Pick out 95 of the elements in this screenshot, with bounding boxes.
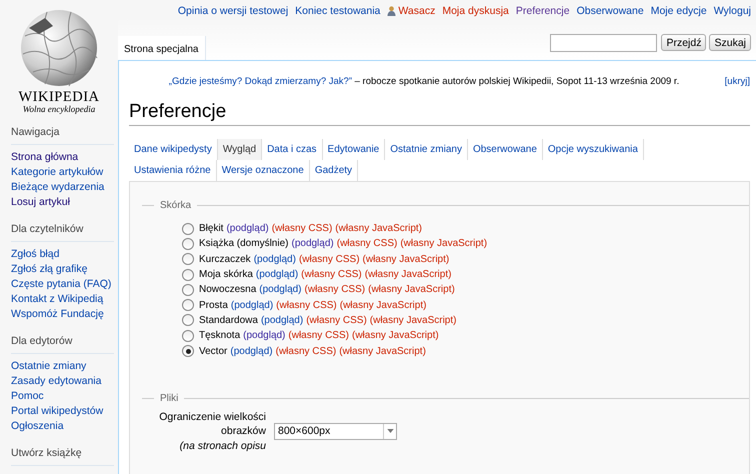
skin-name: Prosta — [199, 300, 228, 311]
radio-button[interactable] — [182, 238, 194, 250]
preview-link[interactable]: (podgląd) — [230, 346, 273, 357]
sidebar-link[interactable]: Portal wikipedystów — [11, 405, 104, 418]
skin-name: Kurczaczek — [199, 254, 251, 265]
sidebar-link[interactable]: Losuj artykuł — [11, 196, 70, 209]
javascript-link[interactable]: (własny JavaScript) — [339, 346, 426, 357]
sidebar-link[interactable]: Strona główna — [11, 151, 78, 164]
personal-link[interactable]: Wyloguj — [714, 5, 751, 17]
sidebar-heading: Dla czytelników — [11, 223, 114, 242]
sidebar-link[interactable]: Zgłoś złą grafikę — [11, 263, 88, 276]
wordmark: WIKIPEDIA — [18, 90, 100, 104]
globe-icon — [19, 8, 99, 88]
section-legend: Skórka — [160, 200, 192, 211]
preview-link[interactable]: (podgląd) — [256, 269, 298, 280]
sidebar-link[interactable]: Kategorie artykułów — [11, 166, 104, 179]
radio-button[interactable] — [182, 268, 194, 281]
sidebar-link[interactable]: Zgłoś błąd — [11, 248, 60, 261]
preferences-tab[interactable]: Data i czas — [262, 139, 323, 160]
css-link[interactable]: (własny CSS) — [276, 300, 337, 311]
javascript-link[interactable]: (własny JavaScript) — [340, 300, 426, 311]
page-title: Preferencje — [129, 101, 750, 126]
preview-link[interactable]: (podgląd) — [243, 330, 286, 342]
css-link[interactable]: (własny CSS) — [272, 223, 332, 234]
javascript-link[interactable]: (własny JavaScript) — [368, 284, 455, 296]
css-link[interactable]: (własny CSS) — [306, 314, 367, 326]
sidebar-link[interactable]: Częste pytania (FAQ) — [11, 278, 112, 291]
preview-link[interactable]: (podgląd) — [254, 254, 296, 265]
sidebar-heading: Utwórz książkę — [11, 447, 114, 466]
radio-button[interactable] — [182, 299, 194, 312]
personal-link[interactable]: Preferencje — [516, 5, 570, 17]
user-icon — [387, 6, 396, 16]
preferences-tab[interactable]: Obserwowane — [468, 139, 543, 160]
preferences-tab[interactable]: Edytowanie — [322, 139, 386, 160]
section-legend: Pliki — [160, 392, 178, 404]
sidebar-link[interactable]: Ogłoszenia — [11, 420, 64, 433]
field-note: (na stronach opisu — [180, 438, 266, 454]
tagline: Wolna encyklopedia — [22, 104, 96, 114]
field-label: Ograniczenie wielkości obrazków — [158, 410, 266, 439]
dropdown-arrow-icon — [386, 429, 394, 434]
sitenotice-link[interactable]: „Gdzie jesteśmy? Dokąd zmierzamy? Jak?” — [168, 76, 352, 87]
sidebar-link[interactable]: Zasady edytowania — [11, 375, 102, 388]
css-link[interactable]: (własny CSS) — [304, 284, 366, 296]
sidebar-link[interactable]: Pomoc — [11, 390, 44, 403]
radio-button[interactable] — [182, 345, 194, 358]
radio-button[interactable] — [182, 284, 194, 296]
javascript-link[interactable]: (własny JavaScript) — [362, 254, 450, 265]
css-link[interactable]: (własny CSS) — [298, 254, 360, 265]
javascript-link[interactable]: (własny JavaScript) — [400, 238, 488, 250]
preview-link[interactable]: (podgląd) — [230, 300, 274, 311]
javascript-link[interactable]: (własny JavaScript) — [352, 330, 439, 342]
preview-link[interactable]: (podgląd) — [226, 223, 269, 234]
hide-link[interactable]: [ukryj] — [724, 75, 750, 88]
radio-button[interactable] — [182, 314, 194, 326]
javascript-link[interactable]: (własny JavaScript) — [335, 223, 422, 234]
preview-link[interactable]: (podgląd) — [260, 314, 304, 326]
personal-link[interactable]: Opinia o wersji testowej — [178, 5, 288, 17]
sidebar-link[interactable]: Kontakt z Wikipedią — [11, 293, 104, 306]
go-button[interactable]: Przejdź — [661, 34, 706, 51]
skin-name: Standardowa — [199, 314, 258, 326]
css-link[interactable]: (własny CSS) — [288, 330, 349, 342]
sidebar-link[interactable]: Bieżące wydarzenia — [11, 181, 104, 194]
personal-link[interactable]: Moja dyskusja — [442, 5, 509, 17]
skin-name: Vector — [199, 346, 228, 357]
size-select[interactable]: 800×600px — [274, 422, 397, 440]
skin-name: Błękit — [199, 223, 224, 234]
css-link[interactable]: (własny CSS) — [336, 238, 398, 250]
skin-name: Książka (domyślnie) — [199, 238, 288, 250]
sidebar-link[interactable]: Wspomóż Fundację — [11, 308, 104, 321]
page-tab[interactable]: Strona specjalna — [118, 36, 206, 60]
skin-name: Moja skórka — [199, 269, 253, 280]
preferences-tab[interactable]: Wygląd — [218, 139, 262, 160]
javascript-link[interactable]: (własny JavaScript) — [364, 269, 452, 280]
radio-button[interactable] — [182, 330, 194, 342]
sidebar-heading: Nawigacja — [11, 126, 114, 145]
preferences-tab[interactable]: Ostatnie zmiany — [385, 139, 468, 160]
sitenotice: „Gdzie jesteśmy? Dokąd zmierzamy? Jak?” – robocze spotkanie autorów polskiej Wikipedii, Sopot 11-13 września 2009 r. — [168, 75, 680, 88]
sidebar-heading: Dla edytorów — [11, 335, 114, 354]
search-field[interactable] — [550, 34, 658, 52]
personal-link[interactable]: Moje edycje — [650, 5, 707, 17]
javascript-link[interactable]: (własny JavaScript) — [370, 314, 456, 326]
css-link[interactable]: (własny CSS) — [301, 269, 362, 280]
radio-button[interactable] — [182, 222, 194, 235]
personal-link[interactable]: Obserwowane — [576, 5, 644, 17]
preview-link[interactable]: (podgląd) — [259, 284, 302, 296]
personal-link[interactable]: Wasacz — [398, 5, 436, 17]
skin-name: Tęsknota — [199, 330, 240, 342]
css-link[interactable]: (własny CSS) — [276, 346, 336, 357]
sidebar-link[interactable]: Ostatnie zmiany — [11, 360, 86, 373]
skin-name: Nowoczesna — [199, 284, 256, 296]
preferences-tab[interactable]: Opcje wyszukiwania — [542, 139, 644, 160]
radio-button[interactable] — [182, 253, 194, 266]
preview-link[interactable]: (podgląd) — [291, 238, 334, 250]
search-button[interactable]: Szukaj — [709, 34, 751, 51]
personal-link[interactable]: Koniec testowania — [295, 5, 380, 17]
